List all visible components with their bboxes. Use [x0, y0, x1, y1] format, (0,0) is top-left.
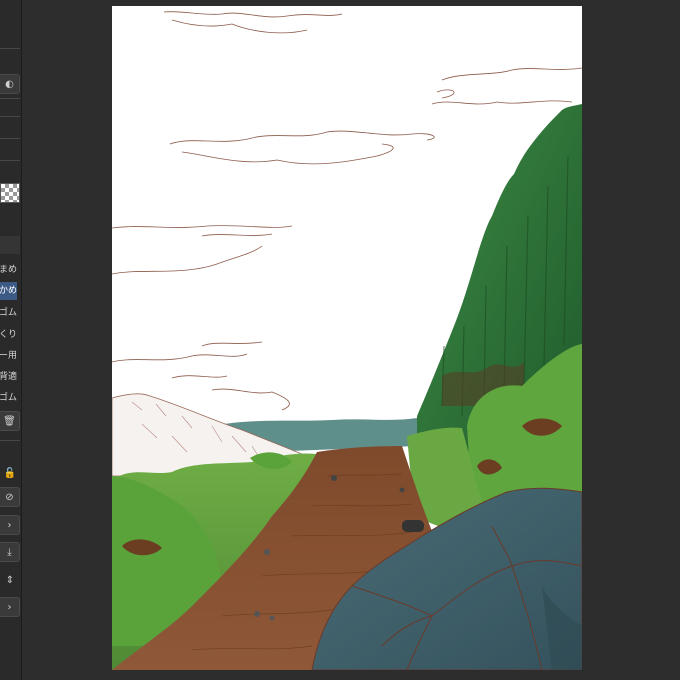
- color-wheel-icon[interactable]: ◐: [0, 74, 20, 94]
- sidebar-divider: [0, 138, 20, 139]
- paint-app-window: ◐ まめ かめ ゴム くり ー用 背適 ゴム 🗑 🔓 ⊘ › ⤓ ⇕ ›: [0, 0, 680, 680]
- tool-sidebar: ◐ まめ かめ ゴム くり ー用 背適 ゴム 🗑 🔓 ⊘ › ⤓ ⇕ ›: [0, 0, 22, 680]
- no-entry-icon[interactable]: ⊘: [0, 487, 20, 507]
- tool-item[interactable]: ゴム: [0, 389, 17, 407]
- trash-icon[interactable]: 🗑: [0, 411, 20, 431]
- download-icon[interactable]: ⤓: [0, 542, 20, 562]
- canvas-margin: [582, 0, 680, 680]
- chevron-right-icon[interactable]: ›: [0, 597, 20, 617]
- sidebar-edge: [21, 0, 22, 680]
- up-down-icon[interactable]: ⇕: [0, 570, 20, 590]
- sidebar-divider: [0, 48, 20, 49]
- lock-icon[interactable]: 🔓: [0, 463, 20, 483]
- tool-item[interactable]: くり: [0, 326, 17, 344]
- landscape-artwork: [112, 11, 582, 670]
- tool-item[interactable]: 背適: [0, 368, 17, 386]
- transparency-icon[interactable]: [0, 183, 20, 203]
- sidebar-divider: [0, 98, 20, 99]
- tool-item[interactable]: ー用: [0, 347, 17, 365]
- sidebar-divider: [0, 116, 20, 117]
- sidebar-divider: [0, 160, 20, 161]
- chevron-right-icon[interactable]: ›: [0, 515, 20, 535]
- drawing-canvas[interactable]: [112, 6, 582, 670]
- sidebar-panel-header: [0, 236, 20, 254]
- tool-item-active[interactable]: かめ: [0, 282, 17, 300]
- tool-item[interactable]: ゴム: [0, 304, 17, 322]
- tool-item[interactable]: まめ: [0, 261, 17, 279]
- sidebar-divider: [0, 440, 20, 441]
